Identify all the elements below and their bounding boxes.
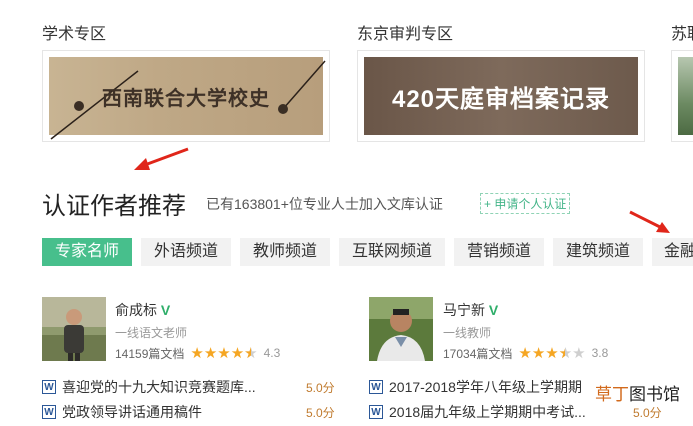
summary-suffix: +位专业人士加入文库认证 xyxy=(280,196,443,212)
section-title: 认证作者推荐 xyxy=(42,193,186,220)
author-name-text: 俞成标 xyxy=(115,302,157,318)
document-item[interactable]: W 2018届九年级上学期期中考试... xyxy=(369,402,586,422)
author-name[interactable]: 马宁新 V xyxy=(443,300,498,320)
author-photo xyxy=(42,297,106,361)
rating-value: 4.3 xyxy=(263,346,281,360)
author-role: 一线语文老师 xyxy=(115,326,188,340)
document-score: 5.0分 xyxy=(306,381,335,395)
author-avatar[interactable] xyxy=(42,297,106,361)
author-avatar[interactable] xyxy=(369,297,433,361)
verified-icon: V xyxy=(488,302,499,318)
banner-third[interactable] xyxy=(671,50,693,142)
author-stats: 17034篇文档 ★★★★★★ 3.8 xyxy=(443,344,608,362)
document-score: 5.0分 xyxy=(633,406,662,420)
word-doc-icon: W xyxy=(42,380,56,394)
document-title[interactable]: 党政领导讲话通用稿件 xyxy=(62,402,202,422)
summary-prefix: 已有 xyxy=(206,196,234,212)
word-doc-icon: W xyxy=(42,405,56,419)
document-score: 5.0分 xyxy=(306,406,335,420)
document-title[interactable]: 喜迎党的十九大知识竞赛题库... xyxy=(62,377,256,397)
star-rating: ★★★★★★ xyxy=(518,345,586,362)
banner-tokyo-trial-text: 420天庭审档案记录 xyxy=(391,85,611,113)
star-rating: ★★★★★★ xyxy=(190,345,258,362)
author-doc-count: 17034篇文档 xyxy=(443,346,513,361)
annotation-arrow-right xyxy=(629,210,670,233)
document-item[interactable]: W 喜迎党的十九大知识竞赛题库... xyxy=(42,377,256,397)
watermark-part1: 草丁 xyxy=(595,385,629,404)
author-role: 一线教师 xyxy=(443,326,492,340)
tab-finance[interactable]: 金融 xyxy=(652,238,693,266)
author-doc-count: 14159篇文档 xyxy=(115,346,185,361)
tab-foreign-language[interactable]: 外语频道 xyxy=(141,238,231,266)
document-item[interactable]: W 2017-2018学年八年级上学期期 xyxy=(369,377,582,397)
word-doc-icon: W xyxy=(369,380,383,394)
section-summary: 已有163801+位专业人士加入文库认证 xyxy=(206,194,443,214)
document-title[interactable]: 2017-2018学年八年级上学期期 xyxy=(389,377,582,397)
apply-certification-link[interactable]: + 申请个人认证 xyxy=(480,193,571,214)
verified-icon: V xyxy=(160,302,171,318)
author-photo xyxy=(369,297,433,361)
watermark-part2: 图书馆 xyxy=(629,385,680,404)
annotation-arrow-left xyxy=(134,147,189,170)
zone-title-tokyo-trial[interactable]: 东京审判专区 xyxy=(357,20,453,44)
document-title[interactable]: 2018届九年级上学期期中考试... xyxy=(389,402,586,422)
zone-title-third[interactable]: 苏联 xyxy=(671,20,693,44)
tab-expert-teachers[interactable]: 专家名师 xyxy=(42,238,132,266)
word-doc-icon: W xyxy=(369,405,383,419)
banner-academic[interactable]: 西南联合大学校史 xyxy=(42,50,330,142)
zone-title-academic[interactable]: 学术专区 xyxy=(42,20,106,44)
rating-value: 3.8 xyxy=(591,346,609,360)
author-stats: 14159篇文档 ★★★★★★ 4.3 xyxy=(115,344,280,362)
document-item[interactable]: W 党政领导讲话通用稿件 xyxy=(42,402,202,422)
summary-count: 163801 xyxy=(234,196,281,212)
tab-teachers[interactable]: 教师频道 xyxy=(240,238,330,266)
author-name[interactable]: 俞成标 V xyxy=(115,300,170,320)
watermark: 草丁图书馆 xyxy=(595,380,680,405)
tab-construction[interactable]: 建筑频道 xyxy=(553,238,643,266)
tab-marketing[interactable]: 营销频道 xyxy=(454,238,544,266)
banner-academic-text: 西南联合大学校史 xyxy=(102,87,270,110)
author-name-text: 马宁新 xyxy=(443,302,485,318)
tab-internet[interactable]: 互联网频道 xyxy=(339,238,445,266)
banner-tokyo-trial[interactable]: 420天庭审档案记录 xyxy=(357,50,645,142)
